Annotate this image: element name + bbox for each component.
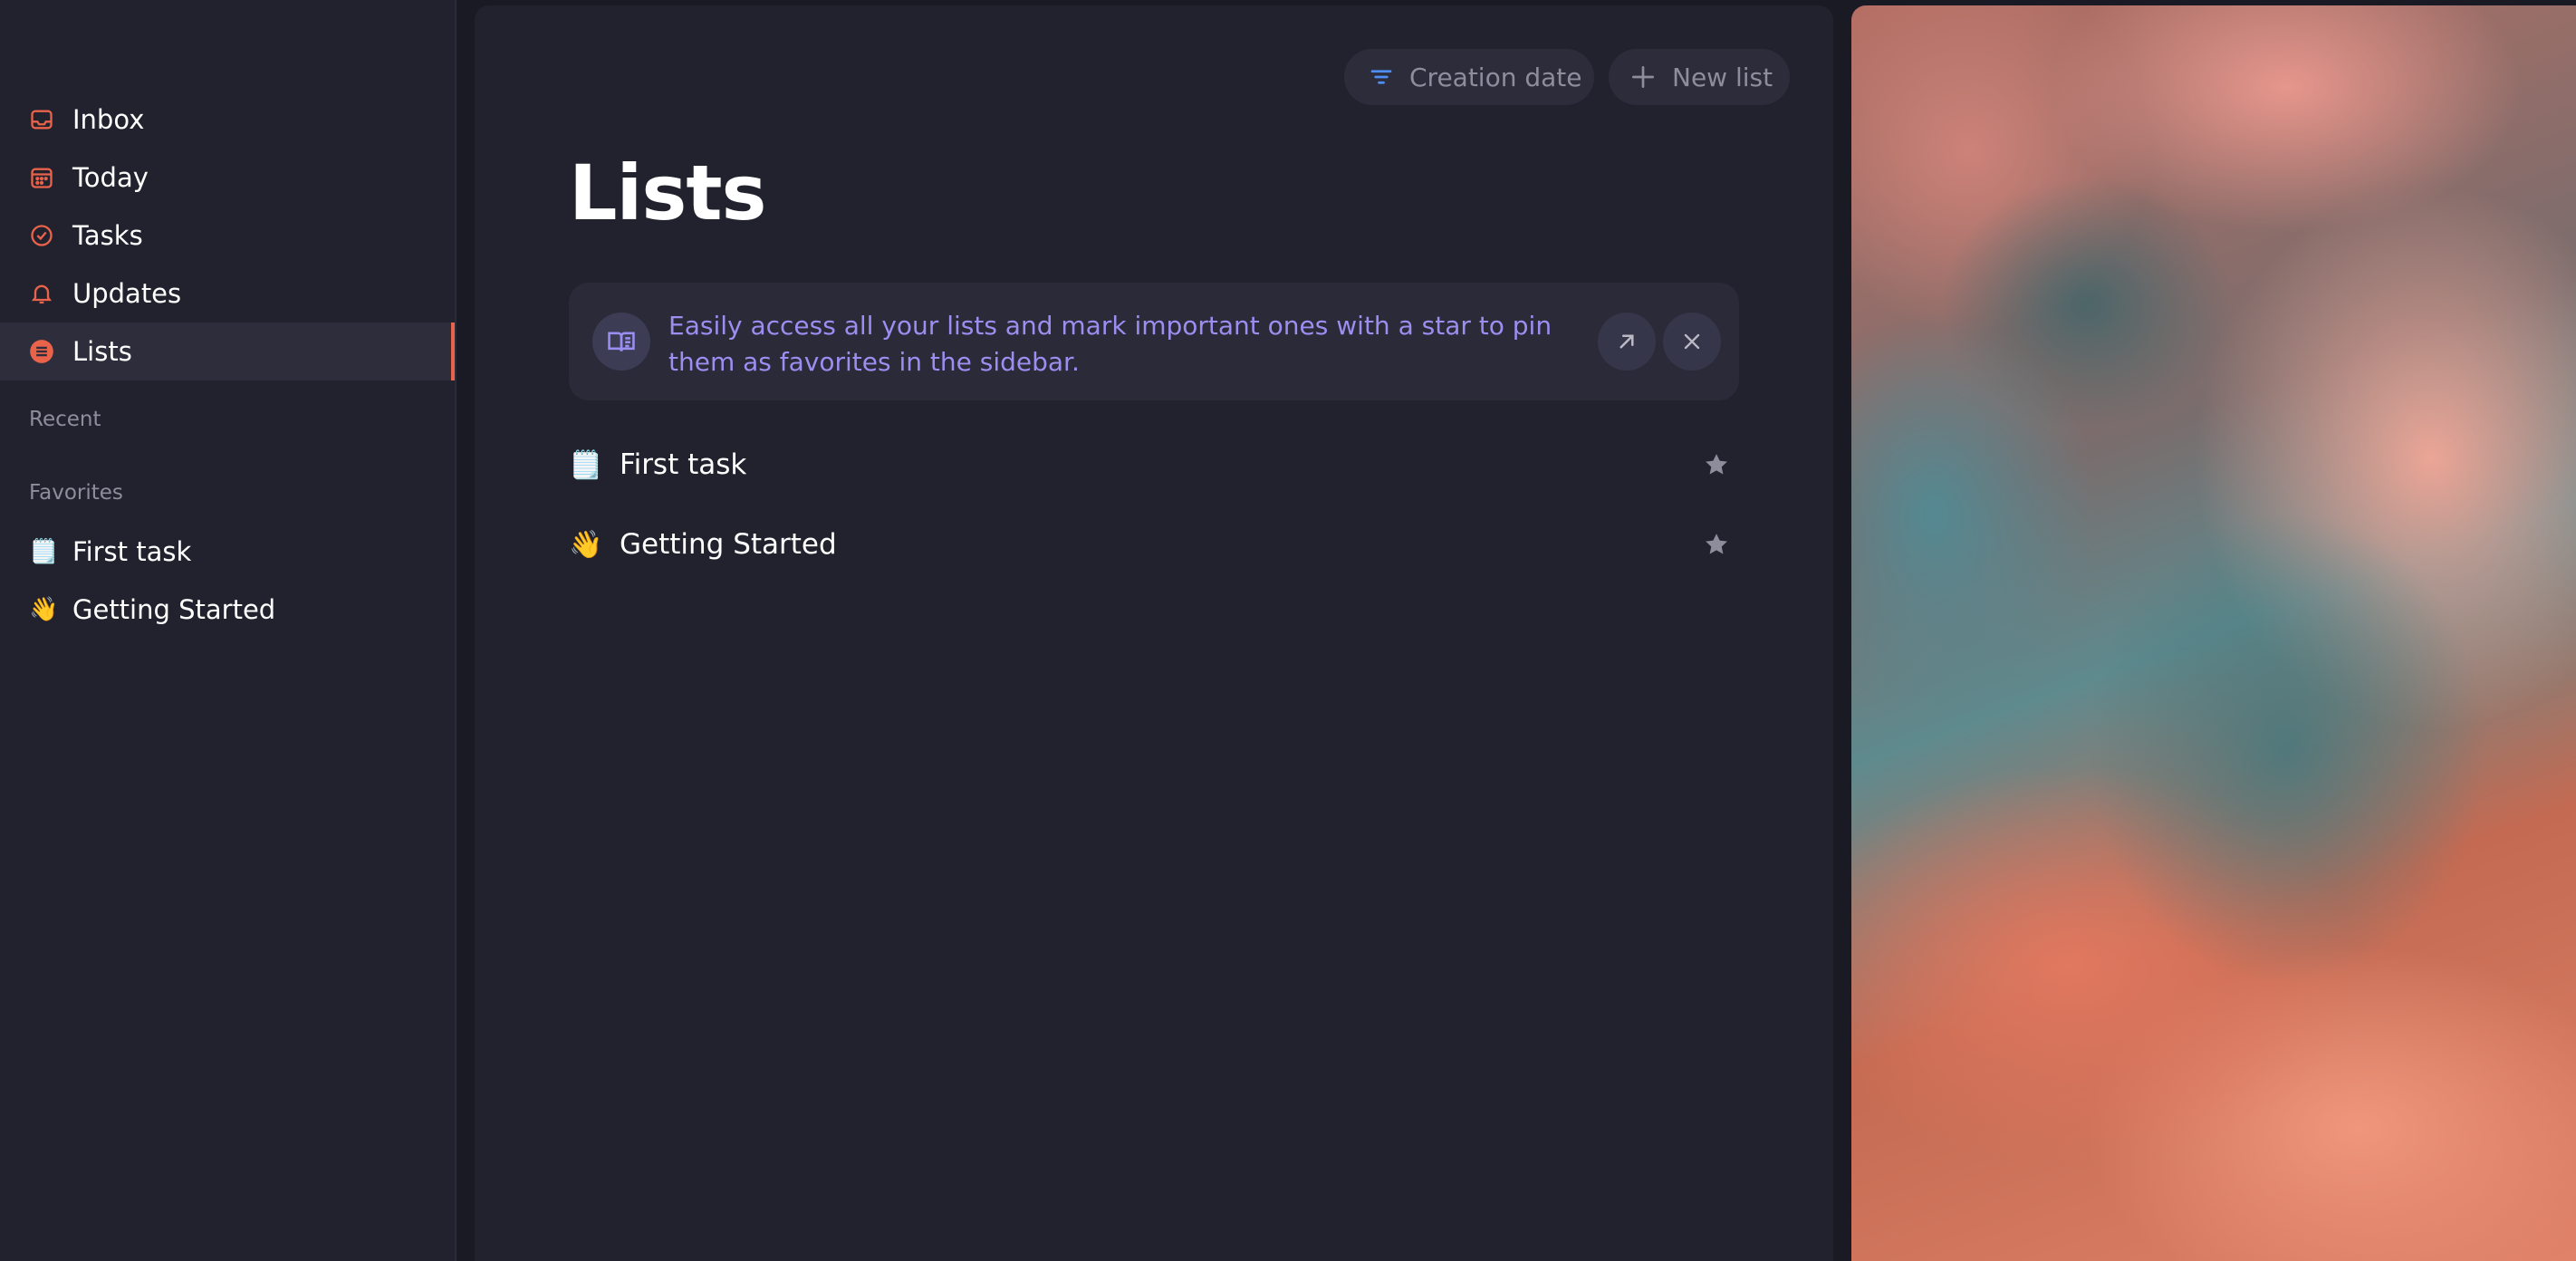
list-item-first-task[interactable]: 🗒️ First task [569, 428, 1739, 501]
sidebar-item-label: Inbox [72, 104, 145, 135]
banner-close-button[interactable] [1663, 313, 1721, 371]
page-title: Lists [569, 149, 766, 237]
sidebar-item-tasks[interactable]: Tasks [0, 207, 455, 265]
sidebar-item-inbox[interactable]: Inbox [0, 91, 455, 149]
sidebar-item-label: Updates [72, 278, 182, 309]
sidebar-item-label: Tasks [72, 220, 143, 251]
new-list-button-label: New list [1672, 62, 1773, 92]
sidebar-item-label: Today [72, 162, 149, 193]
recent-section-label: Recent [29, 408, 101, 431]
favorite-item-first-task[interactable]: 🗒️ First task [0, 523, 484, 581]
list-item-label: Getting Started [620, 528, 837, 561]
sidebar-item-label: Lists [72, 336, 132, 367]
notepad-emoji-icon: 🗒️ [29, 538, 59, 565]
plus-icon [1629, 63, 1658, 91]
banner-text: Easily access all your lists and mark im… [668, 311, 1552, 377]
favorite-label: First task [72, 536, 192, 567]
arrow-up-right-icon [1613, 328, 1640, 355]
star-icon[interactable] [1703, 451, 1730, 478]
calendar-icon [29, 165, 54, 190]
info-banner: Easily access all your lists and mark im… [569, 283, 1739, 400]
wave-emoji-icon: 👋 [29, 596, 59, 623]
cloud-background-image [1851, 5, 2576, 1261]
star-icon[interactable] [1703, 531, 1730, 558]
inbox-icon [29, 107, 54, 132]
book-icon [592, 313, 650, 371]
list-item-getting-started[interactable]: 👋 Getting Started [569, 508, 1739, 581]
list-item-label: First task [620, 448, 747, 481]
filter-icon [1368, 63, 1395, 91]
bell-icon [29, 281, 54, 306]
sort-button[interactable]: Creation date [1344, 49, 1594, 105]
main-panel: Creation date New list Lists Easily acce… [475, 5, 1833, 1261]
check-circle-icon [29, 223, 54, 248]
close-icon [1679, 329, 1705, 354]
list-circle-icon [29, 339, 54, 364]
favorite-item-getting-started[interactable]: 👋 Getting Started [0, 581, 484, 639]
notepad-emoji-icon: 🗒️ [569, 448, 603, 481]
favorite-label: Getting Started [72, 594, 276, 625]
sidebar-item-updates[interactable]: Updates [0, 265, 455, 322]
new-list-button[interactable]: New list [1609, 49, 1790, 105]
sidebar: Inbox Today Tasks Updates Lists Recent F… [0, 0, 457, 1261]
banner-open-button[interactable] [1598, 313, 1656, 371]
wave-emoji-icon: 👋 [569, 528, 603, 561]
favorites-section-label: Favorites [29, 481, 123, 505]
sidebar-item-today[interactable]: Today [0, 149, 455, 207]
sidebar-nav: Inbox Today Tasks Updates Lists [0, 91, 455, 380]
sidebar-item-lists[interactable]: Lists [0, 322, 455, 380]
sort-button-label: Creation date [1409, 62, 1582, 92]
